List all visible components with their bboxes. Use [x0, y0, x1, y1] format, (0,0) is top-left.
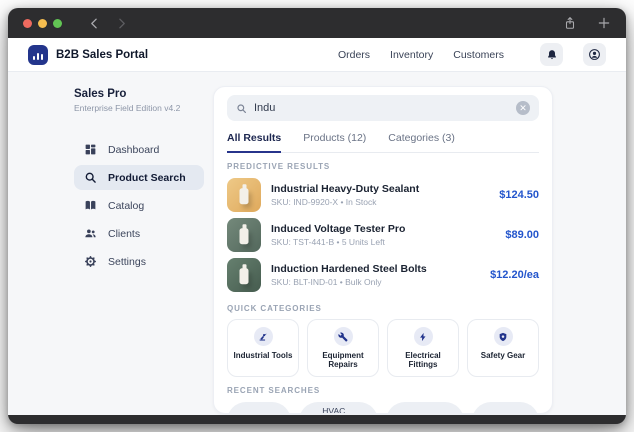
- user-circle-icon: [588, 48, 601, 61]
- chip-label: Safety Goggles: [495, 411, 530, 413]
- category-card-equipment-repairs[interactable]: Equipment Repairs: [307, 319, 379, 377]
- category-card-safety-gear[interactable]: Safety Gear: [467, 319, 539, 377]
- section-predictive-results: PREDICTIVE RESULTS: [227, 162, 331, 171]
- recent-search-chip[interactable]: Safety Goggles: [471, 402, 539, 413]
- category-label: Electrical Fittings: [405, 351, 441, 369]
- nav-orders[interactable]: Orders: [338, 49, 370, 61]
- sidebar-item-label: Dashboard: [108, 143, 160, 156]
- close-window-button[interactable]: [23, 18, 32, 28]
- bell-icon: [546, 49, 558, 61]
- category-label: Equipment Repairs: [322, 351, 364, 369]
- product-sku: SKU: BLT-IND-01 • Bulk Only: [271, 277, 382, 288]
- chip-label: HVAC Filters 24×24: [322, 406, 346, 414]
- product-price: $12.20/ea: [490, 269, 539, 281]
- back-chevron-icon[interactable]: [88, 17, 101, 30]
- share-icon[interactable]: [563, 16, 577, 30]
- users-icon: [84, 227, 97, 240]
- product-thumbnail: [227, 218, 261, 252]
- recent-search-chips: Titanium Drills HVAC Filters 24×24: [227, 402, 539, 414]
- sidebar-title: Sales Pro: [74, 88, 127, 100]
- result-row[interactable]: Induction Hardened Steel Bolts SKU: BLT-…: [227, 255, 539, 295]
- recent-search-chip[interactable]: Copper Wiring 12/2: [385, 402, 464, 413]
- bar-chart-icon: [28, 44, 48, 65]
- top-nav: Orders Inventory Customers: [338, 43, 606, 66]
- grid-icon: [84, 143, 97, 156]
- category-card-industrial-tools[interactable]: Industrial Tools: [227, 319, 299, 377]
- product-title: Industrial Heavy-Duty Sealant: [271, 182, 420, 195]
- nav-inventory[interactable]: Inventory: [390, 49, 433, 61]
- zoom-window-button[interactable]: [53, 18, 62, 28]
- browser-window: B2B Sales Portal Orders Inventory Custom…: [8, 8, 626, 424]
- new-tab-plus-icon[interactable]: [597, 16, 611, 30]
- main-panel: Indu ✕ All Results Products (12) Categor…: [205, 72, 626, 415]
- robot-arm-icon: [253, 327, 273, 346]
- product-price: $124.50: [499, 189, 539, 201]
- product-sku: SKU: IND-9920-X • In Stock: [271, 197, 377, 208]
- app-header: B2B Sales Portal Orders Inventory Custom…: [8, 38, 626, 72]
- product-sku: SKU: TST-441-B • 5 Units Left: [271, 237, 385, 248]
- search-results-card: Indu ✕ All Results Products (12) Categor…: [213, 86, 553, 414]
- sidebar-item-settings[interactable]: Settings: [74, 249, 204, 274]
- recent-search-chip[interactable]: HVAC Filters 24×24: [299, 402, 378, 414]
- section-recent-searches: RECENT SEARCHES: [227, 386, 321, 395]
- search-icon: [84, 171, 97, 184]
- results-tabs: All Results Products (12) Categories (3): [227, 132, 539, 153]
- chip-label: Titanium Drills: [250, 411, 282, 413]
- search-input[interactable]: Indu ✕: [227, 95, 539, 121]
- sidebar-item-catalog[interactable]: Catalog: [74, 193, 204, 218]
- tab-all-results[interactable]: All Results: [227, 132, 282, 153]
- gear-icon: [84, 255, 97, 268]
- sidebar-item-dashboard[interactable]: Dashboard: [74, 137, 204, 162]
- quick-categories: Industrial Tools Equipment Repairs Elect…: [227, 319, 539, 377]
- product-title: Induction Hardened Steel Bolts: [271, 262, 427, 275]
- product-thumbnail: [227, 258, 261, 292]
- result-row[interactable]: Industrial Heavy-Duty Sealant SKU: IND-9…: [227, 175, 539, 215]
- sidebar-item-label: Clients: [108, 227, 141, 240]
- result-row[interactable]: Induced Voltage Tester Pro SKU: TST-441-…: [227, 215, 539, 255]
- sidebar-item-clients[interactable]: Clients: [74, 221, 204, 246]
- minimize-window-button[interactable]: [38, 18, 47, 28]
- book-icon: [84, 199, 97, 212]
- tab-categories[interactable]: Categories (3): [388, 132, 455, 152]
- category-card-electrical-fittings[interactable]: Electrical Fittings: [387, 319, 459, 377]
- category-label: Safety Gear: [480, 351, 526, 360]
- sidebar-subtitle: Enterprise Field Edition v4.2: [74, 103, 181, 113]
- product-title: Induced Voltage Tester Pro: [271, 222, 406, 235]
- search-query-text: Indu: [254, 102, 276, 114]
- product-price: $89.00: [505, 229, 539, 241]
- sidebar-item-label: Product Search: [108, 171, 186, 184]
- nav-customers[interactable]: Customers: [453, 49, 504, 61]
- sidebar-item-label: Catalog: [108, 199, 145, 212]
- shield-icon: [493, 327, 513, 346]
- profile-button[interactable]: [583, 43, 606, 66]
- category-label: Industrial Tools: [233, 351, 293, 360]
- sidebar-item-product-search[interactable]: Product Search: [74, 165, 204, 190]
- clear-search-button[interactable]: ✕: [516, 101, 530, 115]
- notifications-button[interactable]: [540, 43, 563, 66]
- wrench-icon: [333, 327, 353, 346]
- recent-search-chip[interactable]: Titanium Drills: [227, 402, 292, 413]
- tab-products[interactable]: Products (12): [303, 132, 366, 152]
- forward-chevron-icon[interactable]: [115, 17, 128, 30]
- search-icon: [236, 103, 247, 114]
- lightning-bolt-icon: [413, 327, 433, 346]
- section-quick-categories: QUICK CATEGORIES: [227, 304, 322, 313]
- titlebar: [8, 8, 626, 38]
- sidebar-item-label: Settings: [108, 255, 146, 268]
- sidebar: Sales Pro Enterprise Field Edition v4.2 …: [8, 72, 205, 415]
- product-thumbnail: [227, 178, 261, 212]
- chip-label: Copper Wiring 12/2: [409, 411, 455, 413]
- app-title: B2B Sales Portal: [56, 48, 149, 61]
